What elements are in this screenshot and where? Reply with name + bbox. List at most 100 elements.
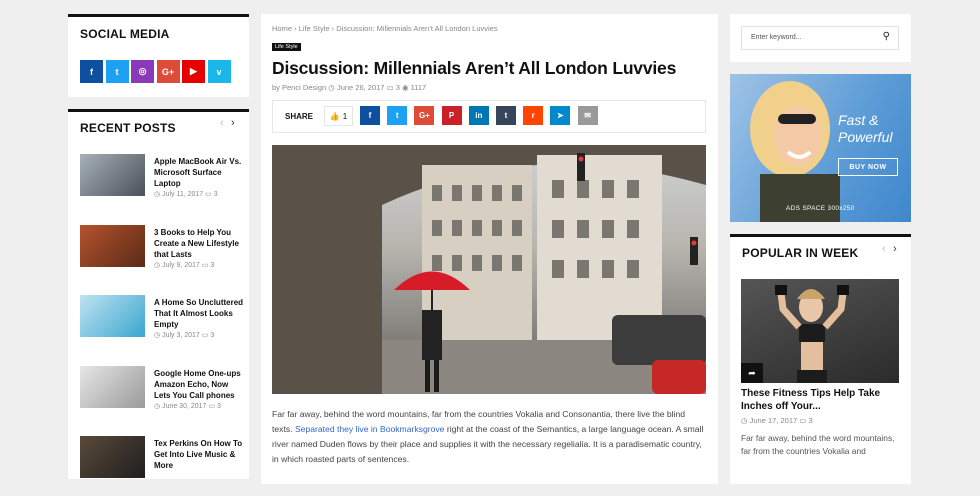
ad-model-illustration [750,81,840,222]
post-meta: ◷ July 11, 2017 ▭ 3 [154,190,218,198]
next-arrow-icon[interactable]: › [231,117,235,129]
share-reddit-button[interactable]: r [523,106,544,125]
share-linkedin-button[interactable]: in [468,106,489,125]
post-comments[interactable]: 3 [210,262,214,269]
view-count: 1117 [410,83,427,92]
share-facebook-button[interactable]: f [360,106,380,125]
share-pinterest-button[interactable]: P [441,106,462,125]
clock-icon: ◷ [741,416,750,425]
popular-widget: Popular In Week ‹ › ➦ These Fitness Tips… [730,234,911,484]
search-widget: Enter keyword... ⚲ [730,14,911,62]
search-placeholder: Enter keyword... [751,34,802,41]
breadcrumb-category[interactable]: Life Style [299,24,330,33]
social-media-widget: Social Media f t ◎ G+ ▶ v [68,14,249,97]
article-container: Home › Life Style › Discussion: Millenni… [261,14,718,484]
featured-image [272,145,706,394]
category-badge[interactable]: Life Style [272,43,301,51]
like-button[interactable]: 👍 1 [324,106,353,126]
popular-post-title[interactable]: These Fitness Tips Help Take Inches off … [741,387,899,413]
recent-posts-title: Recent Posts [80,121,176,135]
post-title[interactable]: 3 Books to Help You Create a New Lifesty… [154,227,246,260]
facebook-icon[interactable]: f [80,60,103,83]
share-google-button[interactable]: G+ [414,106,435,125]
ad-headline-2: Powerful [838,129,893,145]
post-meta: ◷ July 9, 2017 ▭ 3 [154,261,214,269]
list-item[interactable]: 3 Books to Help You Create a New Lifesty… [80,224,246,285]
comment-icon: ▭ [199,332,211,339]
search-icon[interactable]: ⚲ [883,31,890,42]
post-date: July 11, 2017 [162,191,204,198]
youtube-icon[interactable]: ▶ [182,60,205,83]
breadcrumb-home[interactable]: Home [272,24,292,33]
clock-icon: ◷ [154,332,163,339]
comment-count[interactable]: 3 [396,83,400,92]
fitness-model-illustration [775,285,849,383]
post-thumbnail[interactable] [80,154,145,196]
share-tumblr-button[interactable]: t [496,106,516,125]
clock-icon: ◷ [328,83,337,92]
comment-icon: ▭ [206,402,217,410]
author-link[interactable]: by Penci Design [272,83,326,92]
popular-post-image[interactable]: ➦ [741,279,899,383]
post-thumbnail[interactable] [80,224,145,267]
ad-headline-1: Fast & [838,112,879,128]
post-date: June 30, 2017 [162,402,207,410]
post-meta: ◷ July 3, 2017 ▭ 3 [154,331,214,339]
list-item[interactable]: Google Home One-ups Amazon Echo, Now Let… [80,365,246,426]
popular-post-comments[interactable]: 3 [808,416,812,425]
next-arrow-icon[interactable]: › [893,243,897,255]
widget-top-border [68,14,249,17]
popular-title: Popular In Week [742,246,859,260]
post-date: July 3, 2017 [162,332,200,339]
eye-icon: ◉ [402,83,411,92]
recent-posts-widget: Recent Posts ‹ › Apple MacBook Air Vs. M… [68,109,249,479]
clock-icon: ◷ [154,191,163,198]
post-title[interactable]: Google Home One-ups Amazon Echo, Now Let… [154,368,246,401]
popular-post-date: June 17, 2017 [749,416,798,425]
google-plus-icon[interactable]: G+ [156,60,180,83]
share-arrow-icon[interactable]: ➦ [741,363,763,383]
share-email-button[interactable]: ✉ [577,106,598,125]
list-item[interactable]: Apple MacBook Air Vs. Microsoft Surface … [80,154,245,214]
comment-icon: ▭ [203,191,214,198]
post-thumbnail[interactable] [80,295,145,337]
popular-post-excerpt: Far far away, behind the word mountains,… [741,433,895,456]
search-input[interactable]: Enter keyword... ⚲ [741,26,899,50]
street-scene-illustration [272,145,706,394]
article-meta: by Penci Design ◷ June 26, 2017 ▭ 3 ◉ 11… [272,83,426,92]
like-count: 1 [342,111,348,121]
prev-arrow-icon[interactable]: ‹ [882,243,886,255]
article-body: Far far away, behind the word mountains,… [272,407,706,467]
twitter-icon[interactable]: t [105,60,129,83]
post-title[interactable]: A Home So Uncluttered That It Almost Loo… [154,297,246,330]
share-label: SHARE [285,112,314,121]
ad-banner[interactable]: Fast & Powerful BUY NOW ADS SPACE 300x25… [730,74,911,222]
list-item[interactable]: Tex Perkins On How To Get Into Live Musi… [80,436,245,496]
popular-post-meta: ◷ June 17, 2017 ▭ 3 [741,416,813,425]
prev-arrow-icon[interactable]: ‹ [220,117,224,129]
post-comments[interactable]: 3 [217,403,221,410]
widget-top-border [730,234,911,237]
thumbs-up-icon: 👍 [329,111,340,121]
list-item[interactable]: A Home So Uncluttered That It Almost Loo… [80,295,245,355]
comment-icon: ▭ [386,83,396,92]
post-meta: ◷ June 30, 2017 ▭ 3 [154,402,221,410]
article-body-link[interactable]: Separated they live in Bookmarksgrove [295,424,445,434]
article-title: Discussion: Millennials Aren’t All Londo… [272,58,677,78]
instagram-icon[interactable]: ◎ [131,60,154,83]
ad-buy-now-button[interactable]: BUY NOW [838,158,898,176]
ad-caption: ADS SPACE 300x250 [786,205,855,212]
share-telegram-button[interactable]: ➤ [550,106,571,125]
share-twitter-button[interactable]: t [387,106,408,125]
article-date: June 26, 2017 [336,83,385,92]
post-title[interactable]: Apple MacBook Air Vs. Microsoft Surface … [154,156,246,189]
vimeo-icon[interactable]: v [207,60,231,83]
social-media-title: Social Media [80,27,170,41]
post-thumbnail[interactable] [80,436,145,478]
breadcrumb-current: Discussion: Millennials Aren’t All Londo… [336,24,498,33]
post-thumbnail[interactable] [80,365,145,408]
post-date: July 9, 2017 [162,261,200,269]
post-comments[interactable]: 3 [210,332,214,339]
post-comments[interactable]: 3 [214,191,218,198]
post-title[interactable]: Tex Perkins On How To Get Into Live Musi… [154,438,246,471]
